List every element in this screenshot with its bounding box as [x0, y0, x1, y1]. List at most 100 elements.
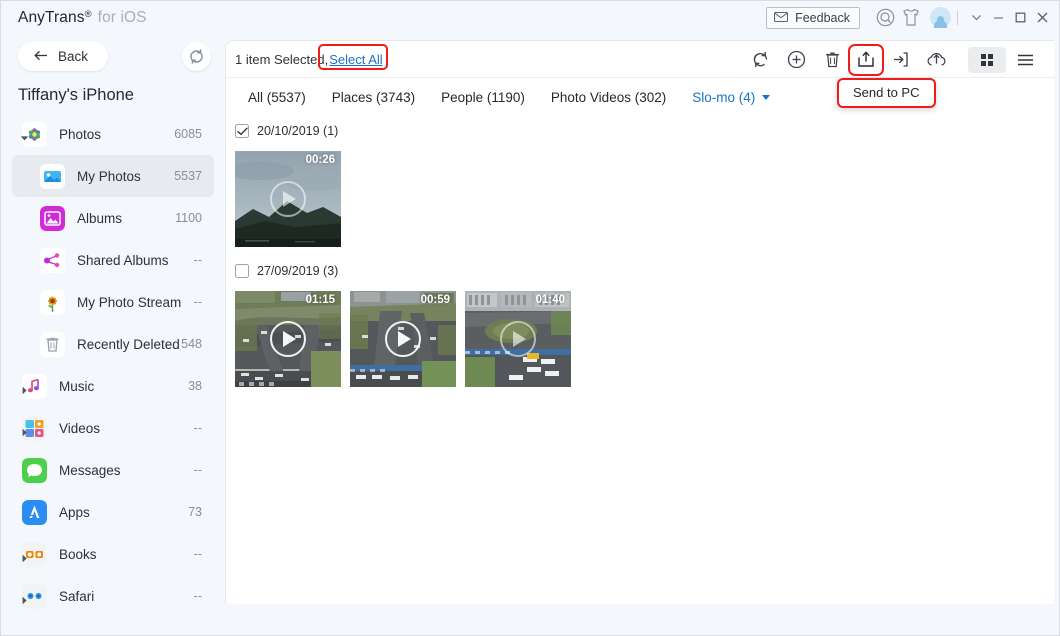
- sidebar-item-albums[interactable]: Albums 1100: [12, 197, 214, 239]
- sidebar-item-count: 548: [181, 337, 202, 351]
- search-icon[interactable]: [872, 5, 898, 31]
- sidebar-item-label: Safari: [59, 588, 95, 604]
- send-to-device-icon[interactable]: [882, 46, 918, 74]
- video-thumbnail[interactable]: 01:40: [465, 291, 571, 387]
- sidebar-item-label: My Photo Stream: [77, 294, 182, 310]
- send-to-pc-tooltip: Send to PC: [837, 78, 936, 108]
- group-date-label: 20/10/2019 (1): [257, 124, 339, 138]
- sidebar-item-label: Books: [59, 546, 97, 562]
- list-view-icon[interactable]: [1006, 47, 1044, 73]
- shared-albums-icon: [40, 247, 65, 273]
- chevron-down-icon[interactable]: [762, 95, 771, 100]
- sidebar-item-count: 1100: [175, 211, 202, 225]
- sidebar-item-label: My Photos: [77, 168, 141, 184]
- sidebar-item-count: --: [193, 295, 202, 309]
- albums-icon: [40, 205, 65, 231]
- video-thumbnail[interactable]: 01:15: [235, 291, 341, 387]
- close-button[interactable]: [1031, 5, 1053, 31]
- sidebar-item-count: --: [193, 547, 202, 561]
- media-groups: 20/10/2019 (1) 00:26 27/09/2019 (3) 01:1…: [226, 117, 1054, 387]
- upload-cloud-icon[interactable]: [918, 46, 954, 74]
- sidebar-item-music[interactable]: Music 38: [12, 365, 214, 407]
- send-to-pc-icon[interactable]: [848, 43, 884, 76]
- skin-tshirt-icon[interactable]: [898, 5, 924, 31]
- sidebar-item-count: --: [193, 253, 202, 267]
- sidebar-item-shared-albums[interactable]: Shared Albums --: [12, 239, 214, 281]
- anytrans-window: AnyTrans ® for iOS Feedback Back Tiffany…: [0, 0, 1060, 636]
- content-toolbar: [742, 41, 1044, 78]
- app-title-brand: AnyTrans: [18, 8, 85, 26]
- refresh-icon[interactable]: [182, 42, 211, 71]
- media-group: 20/10/2019 (1) 00:26: [235, 119, 1054, 247]
- selection-count-label: 1 item Selected,: [235, 51, 329, 67]
- sidebar-item-label: Music: [59, 378, 95, 394]
- thumbnail-row: 01:15 00:59 01:40: [235, 291, 1054, 387]
- back-button[interactable]: Back: [18, 42, 109, 71]
- sidebar-nav: Photos 6085 My Photos 5537 Albums 1100 Shar…: [1, 113, 225, 617]
- sidebar-item-count: --: [193, 463, 202, 477]
- feedback-button[interactable]: Feedback: [766, 6, 860, 29]
- tab-label: People (1190): [441, 90, 525, 105]
- sidebar-item-count: 6085: [174, 127, 202, 141]
- photo-stream-icon: [40, 289, 65, 315]
- media-group: 27/09/2019 (3) 01:15 00:59 01:40: [235, 259, 1054, 387]
- selection-bar: 1 item Selected, Select All: [226, 41, 1054, 78]
- sidebar-item-photos[interactable]: Photos 6085: [12, 113, 214, 155]
- play-icon[interactable]: [385, 321, 421, 357]
- video-thumbnail[interactable]: 00:59: [350, 291, 456, 387]
- sidebar-item-videos[interactable]: Videos --: [12, 407, 214, 449]
- sidebar-item-apps[interactable]: Apps 73: [12, 491, 214, 533]
- maximize-button[interactable]: [1009, 5, 1031, 31]
- sidebar-item-count: 73: [188, 505, 202, 519]
- sidebar-item-messages[interactable]: Messages --: [12, 449, 214, 491]
- add-icon[interactable]: [778, 46, 814, 74]
- grid-view-icon[interactable]: [968, 46, 1006, 73]
- group-date-label: 27/09/2019 (3): [257, 264, 339, 278]
- apps-icon: [22, 499, 47, 525]
- group-checkbox[interactable]: [235, 124, 249, 138]
- divider: [957, 10, 958, 25]
- play-icon[interactable]: [270, 321, 306, 357]
- arrow-left-icon: [34, 49, 49, 64]
- sidebar-item-label: Apps: [59, 504, 90, 520]
- group-checkbox[interactable]: [235, 264, 249, 278]
- sidebar-item-safari[interactable]: Safari --: [12, 575, 214, 617]
- play-icon[interactable]: [500, 321, 536, 357]
- tab-label: All (5537): [248, 90, 306, 105]
- sidebar-item-books[interactable]: Books --: [12, 533, 214, 575]
- sidebar-item-label: Recently Deleted: [77, 336, 180, 352]
- video-duration: 00:59: [420, 294, 450, 306]
- tab-label: Photo Videos (302): [550, 90, 667, 105]
- avatar[interactable]: [924, 5, 951, 31]
- tab-places[interactable]: Places (3743): [319, 90, 428, 105]
- group-header: 27/09/2019 (3): [235, 259, 1054, 283]
- video-duration: 00:26: [305, 154, 335, 166]
- minimize-button[interactable]: [987, 5, 1009, 31]
- tab-people[interactable]: People (1190): [428, 90, 538, 105]
- content-panel: 1 item Selected, Select All Send to PC A…: [225, 40, 1054, 604]
- play-icon[interactable]: [270, 181, 306, 217]
- my-photos-icon: [40, 163, 65, 189]
- chevron-down-icon[interactable]: [965, 5, 987, 31]
- select-all-link[interactable]: Select All: [329, 52, 382, 67]
- app-title-suffix: for iOS: [97, 8, 147, 26]
- video-thumbnail[interactable]: 00:26: [235, 151, 341, 247]
- sidebar-item-label: Messages: [59, 462, 121, 478]
- tab-label: Slo-mo (4): [692, 90, 756, 105]
- sidebar-item-label: Shared Albums: [77, 252, 169, 268]
- delete-icon[interactable]: [814, 46, 850, 74]
- tab-photo-videos[interactable]: Photo Videos (302): [538, 90, 679, 105]
- tab-slo-mo[interactable]: Slo-mo (4): [679, 90, 783, 105]
- sidebar-item-my-photo-stream[interactable]: My Photo Stream --: [12, 281, 214, 323]
- sidebar: Back Tiffany's iPhone Photos 6085 My Pho…: [1, 34, 225, 635]
- sidebar-item-my-photos[interactable]: My Photos 5537: [12, 155, 214, 197]
- tab-label: Places (3743): [331, 90, 416, 105]
- sidebar-item-recently-deleted[interactable]: Recently Deleted 548: [12, 323, 214, 365]
- thumbnail-row: 00:26: [235, 151, 1054, 247]
- sync-icon[interactable]: [742, 46, 778, 74]
- sidebar-item-count: 38: [188, 379, 202, 393]
- tab-all[interactable]: All (5537): [235, 90, 319, 105]
- sidebar-item-count: 5537: [174, 169, 202, 183]
- group-header: 20/10/2019 (1): [235, 119, 1054, 143]
- app-title: AnyTrans ® for iOS: [18, 9, 147, 27]
